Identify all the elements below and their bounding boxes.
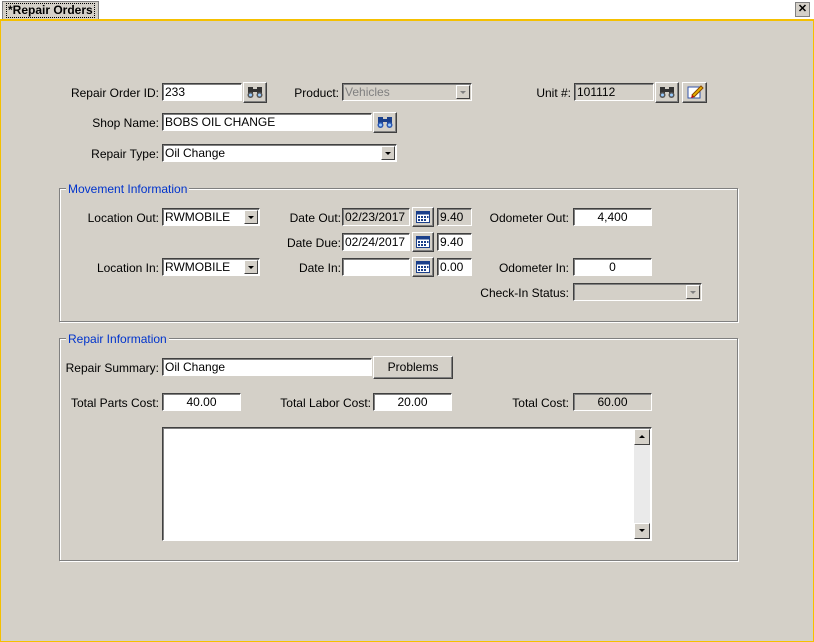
date-in-calendar-button[interactable] [412,257,434,277]
location-in-label: Location In: [96,261,159,275]
shop-name-field[interactable]: BOBS OIL CHANGE [162,113,372,131]
calendar-icon [416,236,430,248]
odometer-out-label: Odometer Out: [489,211,569,225]
repair-type-select[interactable]: Oil Change [162,144,397,162]
tab-bar: *Repair Orders ✕ [0,0,814,20]
tab-title: *Repair Orders [6,3,95,18]
repair-summary-label: Repair Summary: [65,361,159,375]
unit-edit-button[interactable] [682,82,707,103]
repair-order-search-button[interactable] [243,82,267,103]
product-value: Vehicles [345,85,390,99]
date-in-label: Date In: [298,261,341,275]
chevron-down-icon[interactable] [381,146,395,160]
product-label: Product: [294,86,339,100]
unit-label: Unit #: [536,86,571,100]
odometer-in-label: Odometer In: [498,261,569,275]
odometer-out-field[interactable]: 4,400 [573,208,652,226]
close-icon[interactable]: ✕ [795,2,810,17]
date-out-calendar-button[interactable] [412,207,434,227]
repair-order-panel: Repair Order ID: 233 Product: Vehicles U… [0,19,814,642]
date-in-field[interactable] [342,258,410,276]
problems-button[interactable]: Problems [373,356,453,379]
checkin-status-select [573,283,702,301]
scroll-up-icon[interactable] [634,429,650,445]
date-out-label: Date Out: [289,211,341,225]
product-select: Vehicles [342,83,472,101]
repair-summary-field[interactable]: Oil Change [162,358,372,376]
odometer-in-field[interactable]: 0 [573,258,652,276]
binoculars-icon [659,87,675,98]
repair-notes-textarea[interactable] [162,427,652,541]
time-due-field[interactable]: 9.40 [437,233,472,251]
chevron-down-icon [456,85,470,99]
location-out-label: Location Out: [87,211,159,225]
edit-icon [687,85,704,99]
time-out-field[interactable]: 9.40 [437,208,472,226]
date-due-label: Date Due: [286,236,341,250]
shop-name-label: Shop Name: [92,116,159,130]
date-due-field[interactable]: 02/24/2017 [342,233,410,251]
total-parts-cost-field[interactable]: 40.00 [162,393,241,411]
chevron-down-icon[interactable] [244,210,258,224]
movement-information-legend: Movement Information [66,182,190,196]
unit-search-button[interactable] [655,82,679,103]
calendar-icon [416,261,430,273]
location-in-select[interactable]: RWMOBILE [162,258,260,276]
shop-search-button[interactable] [373,112,397,133]
location-out-select[interactable]: RWMOBILE [162,208,260,226]
calendar-icon [416,211,430,223]
repair-order-id-field[interactable]: 233 [162,83,242,101]
date-out-field[interactable]: 02/23/2017 [342,208,410,226]
repair-information-legend: Repair Information [66,332,169,346]
location-out-value: RWMOBILE [165,210,231,224]
chevron-down-icon[interactable] [244,260,258,274]
checkin-status-label: Check-In Status: [480,286,569,300]
chevron-down-icon [686,285,700,299]
binoculars-icon [247,87,263,98]
total-cost-field: 60.00 [573,393,652,411]
location-in-value: RWMOBILE [165,260,231,274]
tab-repair-orders[interactable]: *Repair Orders [2,1,99,19]
repair-type-value: Oil Change [165,146,226,160]
repair-order-id-label: Repair Order ID: [70,86,159,100]
date-due-calendar-button[interactable] [412,232,434,252]
repair-type-label: Repair Type: [91,147,159,161]
binoculars-icon [377,117,393,128]
total-parts-cost-label: Total Parts Cost: [70,396,159,410]
total-cost-label: Total Cost: [512,396,569,410]
notes-scrollbar[interactable] [634,429,650,539]
total-labor-cost-field[interactable]: 20.00 [373,393,452,411]
time-in-field[interactable]: 0.00 [437,258,472,276]
total-labor-cost-label: Total Labor Cost: [280,396,371,410]
unit-field[interactable]: 101112 [574,83,654,101]
scroll-down-icon[interactable] [634,523,650,539]
